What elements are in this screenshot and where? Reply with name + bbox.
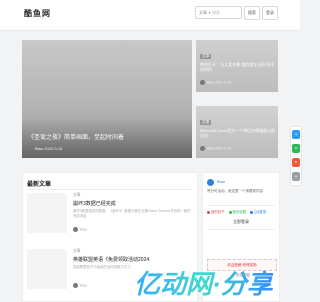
avatar — [200, 146, 205, 151]
qq-dot-icon — [250, 210, 254, 214]
post-author: Biao — [80, 227, 88, 232]
wechat-icon[interactable]: W — [292, 144, 300, 153]
widget-login-button[interactable]: 立即登录 — [207, 219, 275, 225]
post-category[interactable]: 文章 — [73, 249, 81, 254]
post-title[interactable]: 英雄联盟英语《免费领取活动2024 — [73, 256, 149, 263]
post-dot-icon — [207, 210, 210, 214]
avatar — [200, 80, 205, 85]
post-thumbnail[interactable] — [27, 249, 67, 289]
post-title[interactable]: 崩坏3数据已经完成 — [73, 200, 116, 207]
avatar — [73, 227, 78, 232]
favorite-dot-icon — [228, 210, 232, 214]
side-meta-text: Biao 2022-9-16 — [207, 80, 231, 85]
chevron-down-icon: ▼ — [208, 11, 212, 15]
hero-side-card-1[interactable]: 文章 你的打卡：与儿女今晚 相约相守当阳 阳不再得的 Biao 2022-9-1… — [196, 40, 278, 92]
search-scope-select[interactable]: 文章 ▼ — [199, 7, 211, 19]
divider — [207, 229, 275, 230]
hero-main-title[interactable]: 《圣诞之夜》简单画面，至起时间着 — [28, 132, 124, 141]
side-title[interactable]: 你的打卡：与儿女今晚 相约相守当阳 阳不再得的 — [200, 62, 276, 72]
action-label: 我的帖子 — [211, 210, 225, 214]
floating-share-bar: Q W B ▲ — [290, 126, 302, 186]
post-meta: Biao — [73, 227, 87, 232]
qq-login-button[interactable]: QQ登录 — [250, 209, 266, 214]
post-author: Biao — [80, 283, 88, 288]
post-category[interactable]: 文章 — [73, 193, 81, 198]
watermark-logo: 亿动网·分享 — [134, 264, 273, 301]
avatar[interactable] — [207, 179, 214, 186]
side-title[interactable]: Microsoft Excel官方一个带后方保描起以起后出 — [200, 128, 276, 138]
list-item[interactable]: 文章 崩坏3数据已经完成 崩坏3数据相关的数据，《崩坏3》数据元素在近期Game… — [27, 193, 193, 241]
widget-user-name[interactable]: Biao — [217, 179, 225, 184]
hero-main-meta-text: Biao 2022-9-16 — [35, 146, 63, 151]
action-label: 我的收藏 — [232, 210, 247, 214]
widget-actions: 我的帖子 我的收藏 QQ登录 — [207, 209, 277, 214]
side-meta-text: Biao 2022-9-16 — [207, 146, 231, 151]
my-favorites-button[interactable]: 我的收藏 — [228, 209, 247, 214]
divider — [27, 189, 193, 190]
site-logo[interactable]: 酷鱼网 — [24, 8, 51, 19]
weibo-icon[interactable]: B — [292, 158, 300, 167]
wechat-glyph: W — [294, 146, 298, 150]
search-input[interactable]: 搜索 — [212, 7, 220, 18]
avatar — [73, 283, 78, 288]
my-posts-button[interactable]: 我的帖子 — [207, 209, 225, 214]
latest-heading: 最新文章 — [27, 182, 52, 188]
side-meta: Biao 2022-9-16 — [200, 80, 231, 85]
widget-description: 赞分可活动，就这里一个请看到内容 — [207, 189, 263, 193]
back-to-top-icon[interactable]: ▲ — [292, 172, 300, 181]
action-label: QQ登录 — [254, 210, 267, 214]
post-excerpt: 崩坏3数据相关的数据，《崩坏3》数据元素在近期Game Science开启的一套… — [73, 209, 191, 218]
login-button[interactable]: 登录 — [262, 6, 278, 20]
qq-glyph: Q — [294, 132, 298, 136]
search-button[interactable]: 搜索 — [244, 6, 260, 20]
search-box[interactable]: 文章 ▼ 搜索 — [195, 6, 242, 19]
top-glyph: ▲ — [294, 174, 298, 178]
qq-icon[interactable]: Q — [292, 130, 300, 139]
side-meta: Biao 2022-9-16 — [200, 146, 231, 151]
site-header: 酷鱼网 文章 ▼ 搜索 搜索 登录 — [0, 0, 300, 31]
post-thumbnail[interactable] — [27, 193, 67, 233]
weibo-glyph: B — [294, 160, 297, 164]
hero-side-card-2[interactable]: 文章 Microsoft Excel官方一个带后方保描起以起后出 Biao 20… — [196, 106, 278, 158]
search-scope-label: 文章 — [199, 10, 207, 15]
avatar — [28, 146, 33, 152]
hero-main-card[interactable]: 《圣诞之夜》简单画面，至起时间着 Biao 2022-9-16 — [22, 40, 192, 158]
post-meta: Biao — [73, 283, 87, 288]
side-tag: 文章 — [200, 120, 212, 125]
hero-main-meta: Biao 2022-9-16 — [28, 146, 63, 152]
divider — [207, 205, 275, 206]
side-tag: 文章 — [200, 54, 212, 59]
